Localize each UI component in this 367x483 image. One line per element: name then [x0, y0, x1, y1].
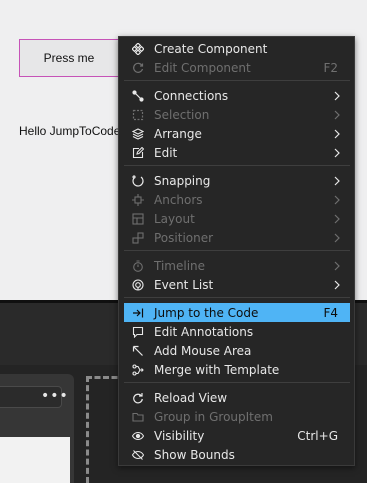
menu-item-label: Selection — [154, 107, 210, 122]
menu-item-jump-to-code[interactable]: Jump to the Code F4 — [124, 303, 350, 322]
menu-item-label: Edit Component — [154, 60, 251, 75]
menu-item-label: Visibility — [154, 428, 205, 443]
show-bounds-icon — [132, 449, 144, 461]
menu-item-add-mouse-area[interactable]: Add Mouse Area — [124, 341, 350, 360]
menu-item-shortcut: Ctrl+G — [297, 428, 338, 443]
snapping-icon — [132, 174, 144, 187]
menu-item-edit-annotations[interactable]: Edit Annotations — [124, 322, 350, 341]
chevron-right-icon — [332, 195, 342, 205]
menu-item-label: Jump to the Code — [154, 305, 259, 320]
menu-item-group-in-groupitem[interactable]: Group in GroupItem — [124, 407, 350, 426]
menu-separator — [124, 165, 350, 166]
menu-separator — [124, 250, 350, 251]
connections-icon — [132, 89, 144, 102]
menu-item-snapping[interactable]: Snapping — [124, 171, 350, 190]
context-menu: Create Component Edit Component F2 Conne… — [118, 36, 355, 466]
timeline-icon — [132, 259, 144, 272]
menu-item-layout[interactable]: Layout — [124, 209, 350, 228]
menu-item-label: Show Bounds — [154, 447, 235, 462]
press-me-button[interactable]: Press me — [19, 39, 119, 77]
menu-item-label: Create Component — [154, 41, 268, 56]
merge-icon — [132, 363, 144, 376]
menu-item-label: Reload View — [154, 390, 228, 405]
menu-item-event-list[interactable]: Event List — [124, 275, 350, 294]
event-list-icon — [132, 278, 144, 291]
menu-item-label: Edit Annotations — [154, 324, 254, 339]
menu-item-visibility[interactable]: Visibility Ctrl+G — [124, 426, 350, 445]
menu-separator — [124, 80, 350, 81]
menu-item-label: Edit — [154, 145, 178, 160]
component-icon — [132, 42, 144, 55]
menu-item-label: Layout — [154, 211, 195, 226]
chevron-right-icon — [332, 214, 342, 224]
menu-item-edit[interactable]: Edit — [124, 143, 350, 162]
group-icon — [132, 411, 144, 423]
more-options-button[interactable]: ••• — [41, 387, 68, 405]
reload-icon — [132, 392, 144, 404]
menu-item-positioner[interactable]: Positioner — [124, 228, 350, 247]
menu-separator — [124, 297, 350, 298]
chevron-right-icon — [332, 110, 342, 120]
positioner-icon — [132, 231, 144, 244]
edit-component-icon — [132, 62, 144, 74]
edit-icon — [132, 146, 144, 159]
menu-item-label: Arrange — [154, 126, 202, 141]
menu-item-label: Anchors — [154, 192, 203, 207]
chevron-right-icon — [332, 129, 342, 139]
menu-item-label: Timeline — [154, 258, 206, 273]
mouse-area-icon — [132, 345, 144, 357]
menu-item-label: Group in GroupItem — [154, 409, 273, 424]
menu-item-label: Merge with Template — [154, 362, 280, 377]
chevron-right-icon — [332, 148, 342, 158]
menu-item-selection[interactable]: Selection — [124, 105, 350, 124]
anchors-icon — [132, 193, 144, 206]
annotation-icon — [132, 326, 144, 338]
menu-item-label: Positioner — [154, 230, 214, 245]
menu-item-create-component[interactable]: Create Component — [124, 39, 350, 58]
menu-item-shortcut: F2 — [323, 60, 338, 75]
menu-item-arrange[interactable]: Arrange — [124, 124, 350, 143]
menu-item-label: Connections — [154, 88, 229, 103]
visibility-icon — [132, 430, 144, 442]
menu-item-show-bounds[interactable]: Show Bounds — [124, 445, 350, 464]
chevron-right-icon — [332, 233, 342, 243]
menu-item-merge-template[interactable]: Merge with Template — [124, 360, 350, 379]
chevron-right-icon — [332, 176, 342, 186]
chevron-right-icon — [332, 261, 342, 271]
chevron-right-icon — [332, 280, 342, 290]
menu-item-timeline[interactable]: Timeline — [124, 256, 350, 275]
menu-item-connections[interactable]: Connections — [124, 86, 350, 105]
menu-separator — [124, 382, 350, 383]
menu-item-label: Add Mouse Area — [154, 343, 252, 358]
menu-item-shortcut: F4 — [323, 305, 338, 320]
menu-item-edit-component[interactable]: Edit Component F2 — [124, 58, 350, 77]
layout-icon — [132, 212, 144, 225]
selection-icon — [132, 109, 144, 121]
panel-content — [0, 437, 70, 483]
jump-to-code-icon — [132, 307, 144, 319]
menu-item-label: Event List — [154, 277, 214, 292]
menu-item-reload-view[interactable]: Reload View — [124, 388, 350, 407]
chevron-right-icon — [332, 91, 342, 101]
hello-text[interactable]: Hello JumpToCode — [19, 124, 120, 138]
menu-item-anchors[interactable]: Anchors — [124, 190, 350, 209]
arrange-icon — [132, 127, 144, 140]
menu-item-label: Snapping — [154, 173, 211, 188]
